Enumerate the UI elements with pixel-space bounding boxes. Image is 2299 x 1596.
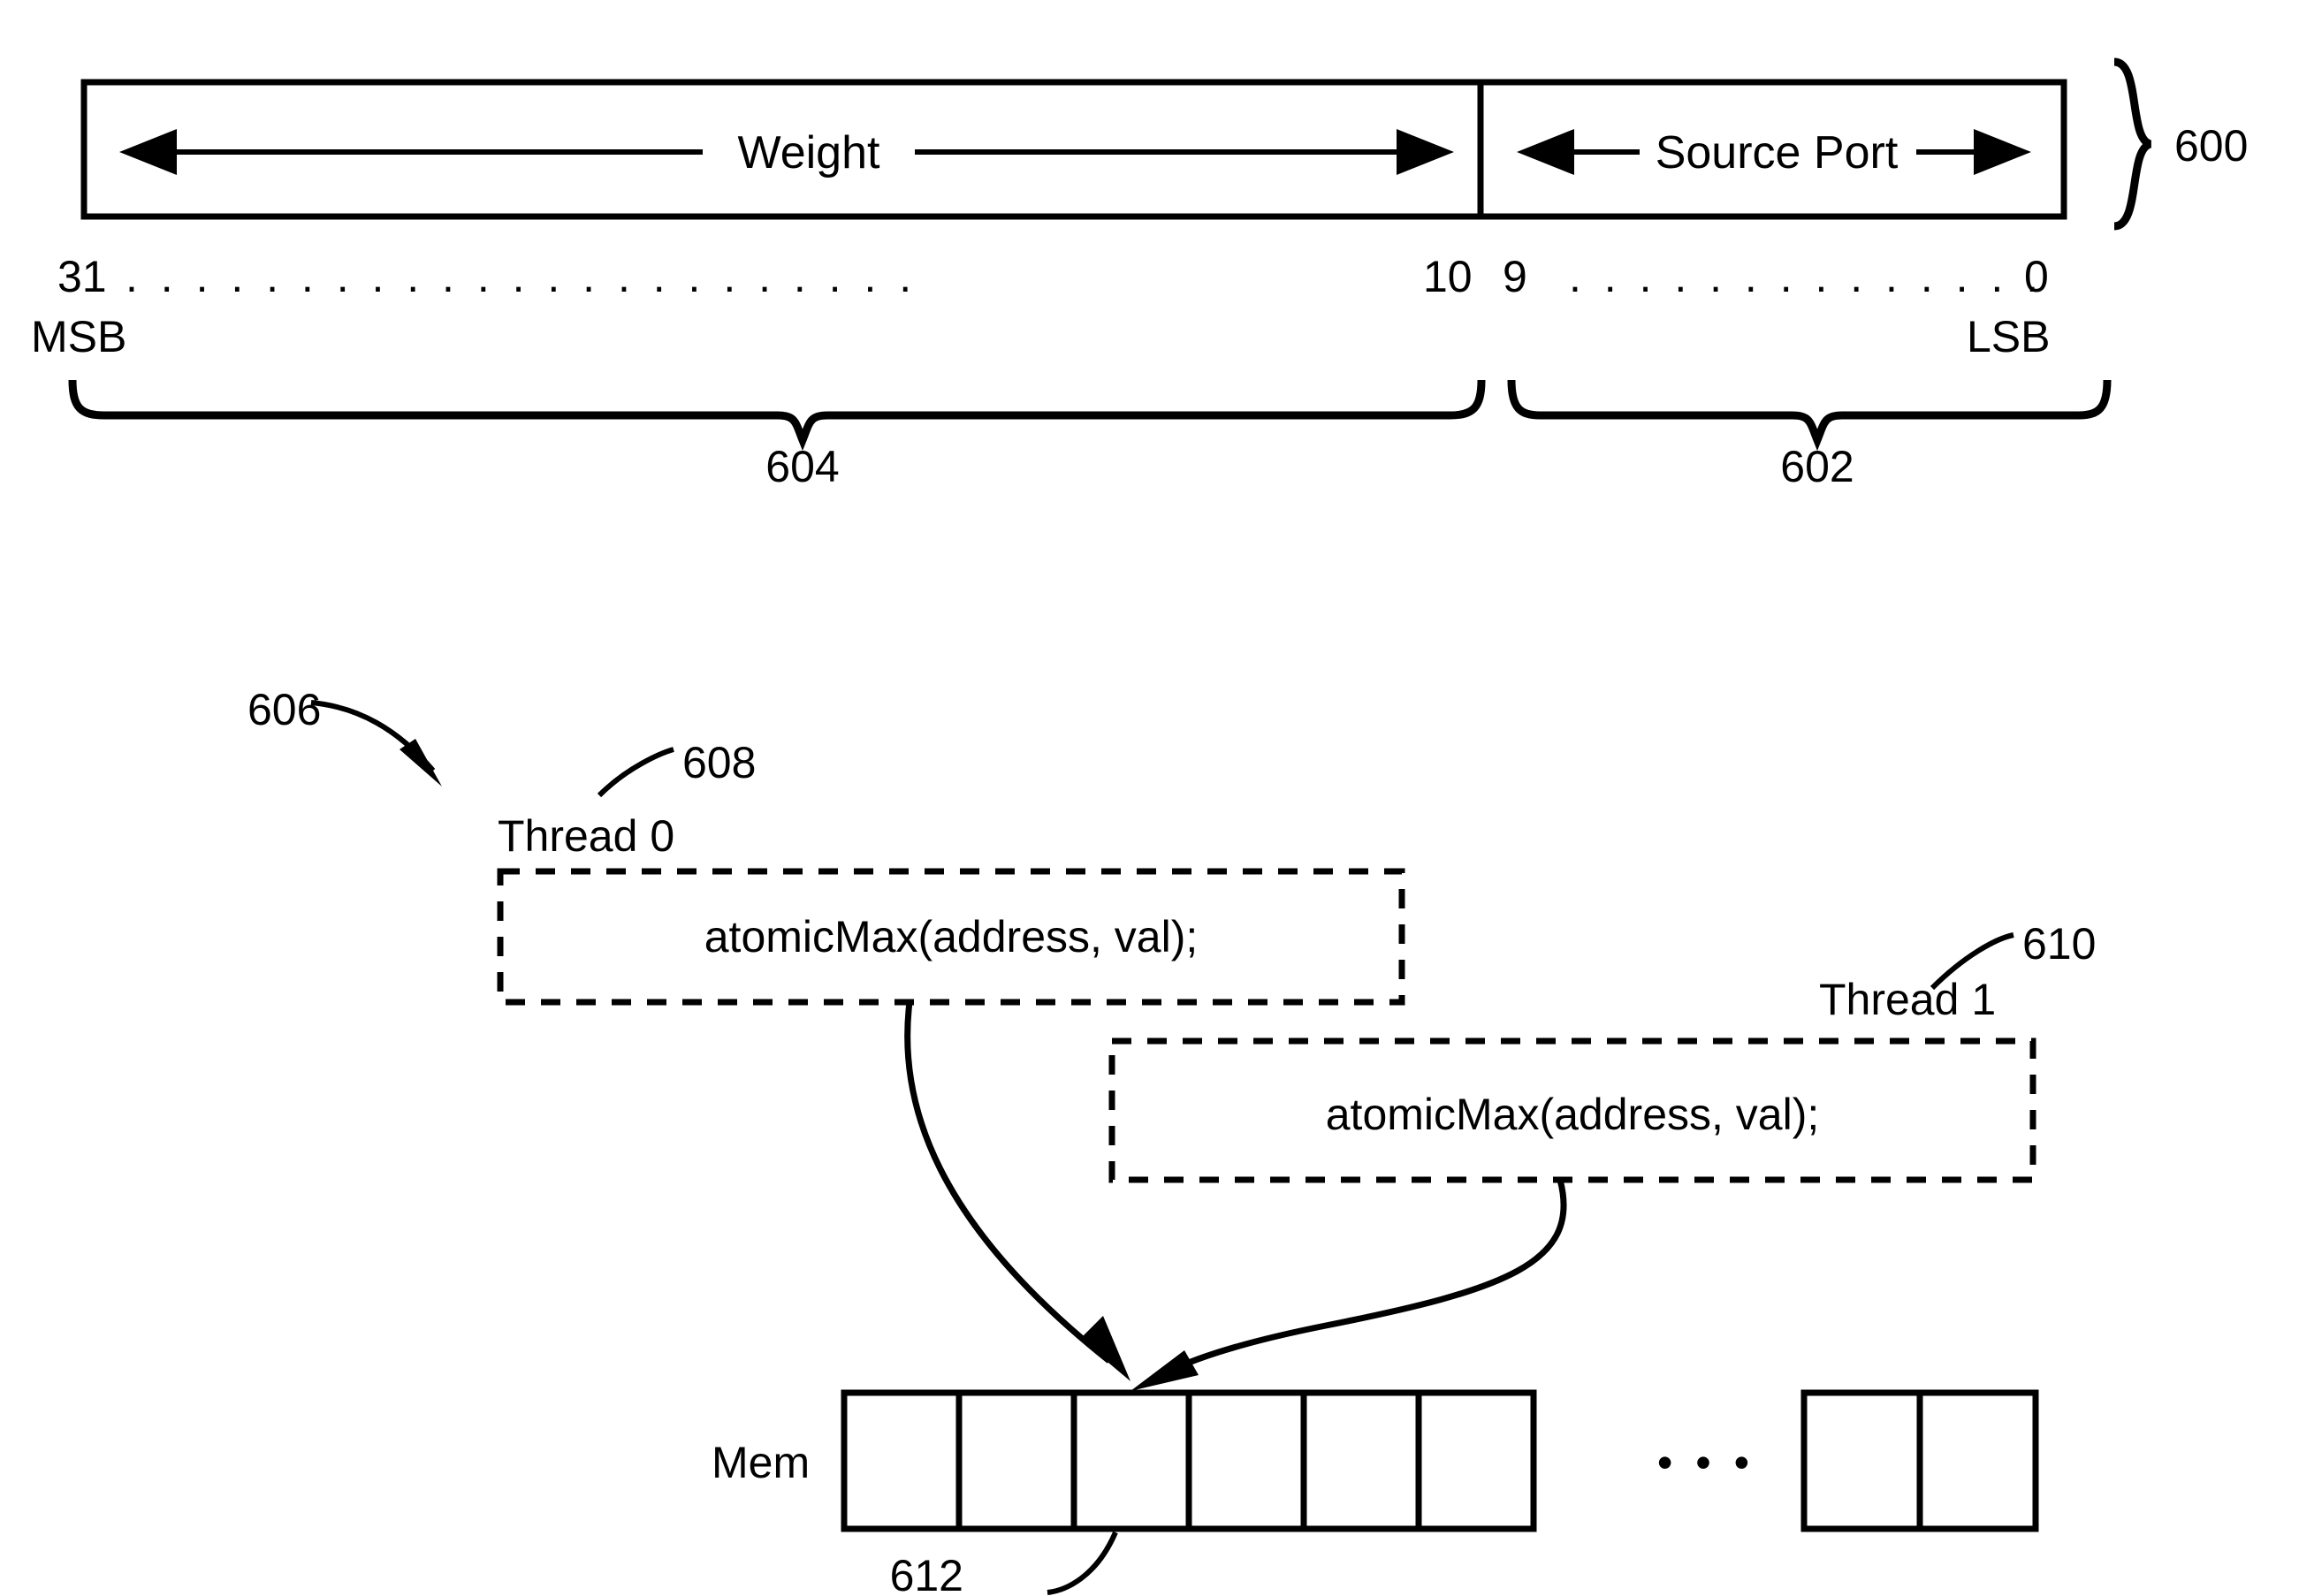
- patent-figure: Weight Source Port 600 31 . . . . . . . …: [31, 57, 2248, 1596]
- thread-1-ref-label: 610: [2022, 919, 2096, 969]
- memory-cells-right-group: [1800, 1389, 2039, 1532]
- thread-1-to-memory-arrow: [1130, 1179, 1567, 1391]
- thread-0-ref-label: 608: [682, 738, 756, 787]
- memory-cell-ref-leader: [1047, 1531, 1118, 1595]
- memory-cell[interactable]: [1185, 1389, 1307, 1532]
- weight-field-label: Weight: [738, 127, 880, 179]
- memory-cell[interactable]: [955, 1389, 1077, 1532]
- thread-0-code: atomicMax(address, val);: [704, 912, 1199, 961]
- memory-cell-ref-label: 612: [890, 1551, 963, 1596]
- memory-cell[interactable]: [1300, 1389, 1422, 1532]
- thread-0-to-memory-arrow: [904, 1001, 1130, 1381]
- memory-ellipsis: • • •: [1657, 1438, 1755, 1487]
- memory-cell[interactable]: [1415, 1389, 1537, 1532]
- bit-dots-right: . . . . . . . . . . . . . .: [1569, 252, 2044, 301]
- memory-cell-target-612[interactable]: [1070, 1389, 1192, 1532]
- memory-cell[interactable]: [1800, 1389, 1923, 1532]
- bit-index-9: 9: [1503, 252, 1527, 301]
- bit-index-10: 10: [1423, 252, 1473, 301]
- memory-cells-left-group: [841, 1389, 1537, 1532]
- thread-0-ref-leader: [597, 747, 674, 798]
- bit-dots-left: . . . . . . . . . . . . . . . . . . . . …: [126, 252, 917, 301]
- figure-canvas: Weight Source Port 600 31 . . . . . . . …: [0, 0, 2299, 1596]
- memory-label: Mem: [712, 1438, 810, 1487]
- bit-index-31: 31: [57, 252, 107, 301]
- thread-diagram-ref-label: 606: [247, 685, 321, 734]
- source-port-ref-brace: [1507, 379, 2112, 452]
- word-ref-label: 600: [2174, 121, 2248, 171]
- thread-diagram-leader-arrow: [310, 700, 442, 787]
- source-port-ref-label: 602: [1780, 442, 1854, 491]
- lsb-caption: LSB: [1967, 312, 2051, 361]
- msb-caption: MSB: [31, 312, 126, 361]
- weight-ref-label: 604: [765, 442, 839, 491]
- memory-cell[interactable]: [841, 1389, 963, 1532]
- thread-1-title: Thread 1: [1819, 975, 1996, 1024]
- memory-cell[interactable]: [1916, 1389, 2039, 1532]
- thread-1-code: atomicMax(address, val);: [1326, 1090, 1820, 1139]
- word-ref-brace: [2113, 57, 2152, 231]
- thread-0-title: Thread 0: [498, 811, 674, 861]
- source-port-field-label: Source Port: [1656, 127, 1899, 179]
- bit-index-0: 0: [2024, 252, 2049, 301]
- weight-ref-brace: [68, 379, 1486, 452]
